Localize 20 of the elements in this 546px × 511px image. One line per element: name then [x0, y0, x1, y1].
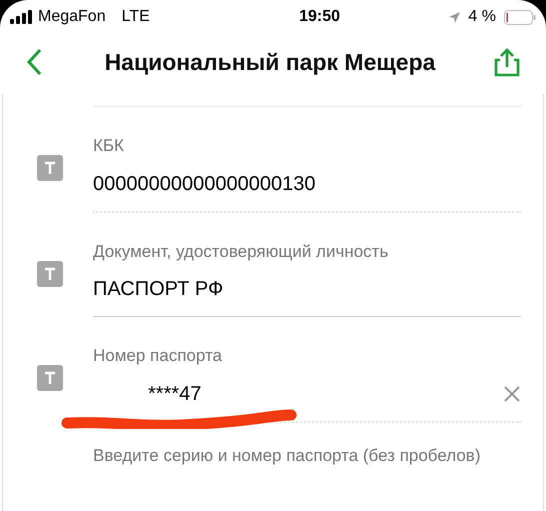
clear-button[interactable]: [503, 384, 521, 402]
text-field-icon: [37, 155, 63, 181]
field-label: КБК: [93, 135, 125, 157]
field-hint: Введите серию и номер паспорта (без пробелов): [93, 444, 482, 466]
location-arrow-icon: [449, 12, 460, 22]
share-button[interactable]: [494, 47, 520, 77]
battery-icon: [504, 10, 536, 24]
text-field-icon: [37, 260, 63, 286]
signal-icon: [10, 10, 32, 24]
network-type: LTE: [122, 7, 150, 27]
field-value: ПАСПОРТ РФ: [93, 277, 224, 302]
clock-time: 19:50: [299, 7, 340, 27]
carrier-name: MegaFon: [38, 7, 106, 27]
field-value: 00000000000000000130: [93, 172, 316, 196]
field-value: ****47: [147, 382, 202, 406]
battery-percentage: 4 %: [468, 7, 496, 27]
text-field-icon: [37, 365, 63, 391]
field-label: Документ, удостоверяющий личность: [93, 240, 390, 262]
page-title: Национальный парк Мещера: [104, 48, 436, 77]
field-label: Номер паспорта: [93, 345, 224, 367]
